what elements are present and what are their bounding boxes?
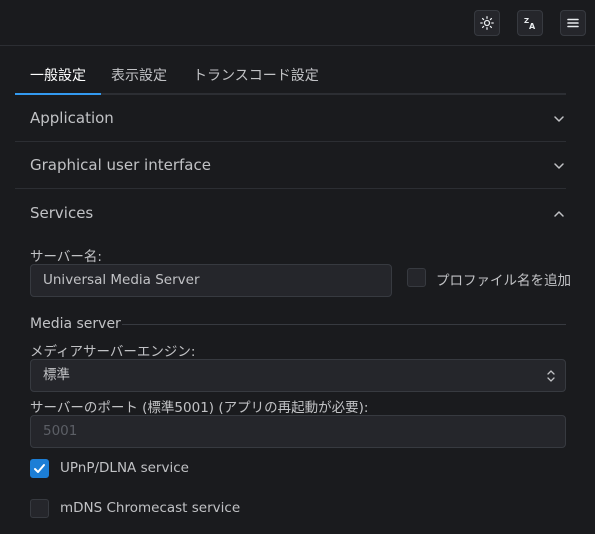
accordion-application[interactable]: Application [15, 95, 566, 142]
select-arrows-icon [547, 370, 555, 382]
menu-button[interactable] [560, 10, 586, 36]
chevron-down-icon [554, 116, 564, 122]
tab-display-settings[interactable]: 表示設定 [96, 56, 182, 93]
media-server-divider [122, 324, 566, 325]
chevron-down-icon [554, 163, 564, 169]
upnp-label: UPnP/DLNA service [60, 460, 189, 476]
upnp-checkbox[interactable] [30, 459, 49, 478]
accordion-application-label: Application [30, 109, 114, 127]
append-profile-checkbox[interactable] [407, 268, 426, 287]
tab-general-settings[interactable]: 一般設定 [15, 56, 101, 95]
port-input[interactable]: 5001 [30, 415, 566, 448]
port-label: サーバーのポート (標準5001) (アプリの再起動が必要): [30, 400, 369, 416]
accordion-gui-label: Graphical user interface [30, 156, 211, 174]
server-name-input[interactable]: Universal Media Server [30, 264, 392, 297]
server-name-label: サーバー名: [30, 249, 102, 265]
mdns-label: mDNS Chromecast service [60, 500, 241, 516]
top-bar: Z A [0, 0, 595, 46]
accordion-services[interactable]: Services [15, 190, 566, 237]
theme-toggle-button[interactable] [474, 10, 500, 36]
chevron-up-icon [554, 211, 564, 217]
svg-text:A: A [529, 22, 536, 30]
mdns-checkbox[interactable] [30, 499, 49, 518]
accordion-gui[interactable]: Graphical user interface [15, 142, 566, 189]
tab-transcode-settings[interactable]: トランスコード設定 [178, 56, 334, 93]
settings-tabs: 一般設定 表示設定 トランスコード設定 [15, 56, 566, 95]
engine-select[interactable]: 標準 [30, 359, 566, 392]
sun-icon [480, 16, 494, 30]
accordion-services-label: Services [30, 204, 94, 222]
engine-label: メディアサーバーエンジン: [30, 344, 196, 360]
settings-panel: 一般設定 表示設定 トランスコード設定 Application Graphica… [0, 46, 595, 534]
check-icon [34, 464, 45, 473]
append-profile-label: プロファイル名を追加 [436, 273, 571, 289]
engine-select-value: 標準 [43, 367, 70, 383]
menu-icon [567, 18, 579, 28]
language-button[interactable]: Z A [517, 10, 543, 36]
language-icon: Z A [524, 17, 536, 30]
media-server-heading: Media server [30, 316, 121, 332]
